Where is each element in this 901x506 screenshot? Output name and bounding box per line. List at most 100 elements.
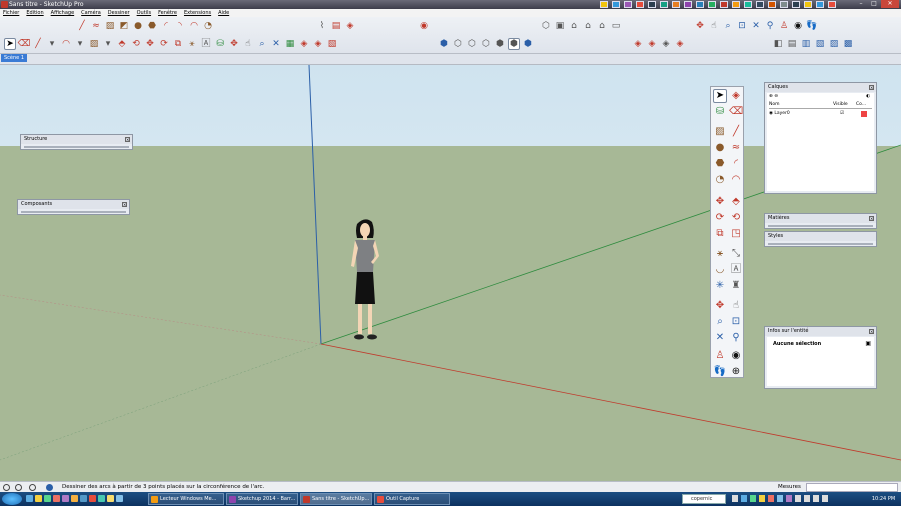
- rectangle-icon[interactable]: ▨: [713, 125, 727, 139]
- polygon-icon[interactable]: ⬣: [713, 157, 727, 171]
- menu-outils[interactable]: Outils: [137, 9, 151, 17]
- pie-icon[interactable]: ◔: [202, 20, 214, 32]
- right-view-icon[interactable]: ⌂: [582, 20, 594, 32]
- menu-camera[interactable]: Caméra: [81, 9, 101, 17]
- select-arrow-icon[interactable]: ➤: [4, 38, 16, 50]
- pan-icon[interactable]: ☝: [729, 299, 743, 313]
- freehand-icon[interactable]: ≈: [729, 141, 743, 155]
- drawing-viewport[interactable]: Structure × Composants × ➤ ◈ ⛁ ⌫ ▨ ╱ ● ≈…: [0, 65, 901, 481]
- get-models-icon[interactable]: ◈: [632, 38, 644, 50]
- quicklaunch-icon[interactable]: [89, 495, 96, 502]
- zoom-icon[interactable]: ⌕: [713, 315, 727, 329]
- shaded-textures-icon[interactable]: ⬢: [508, 38, 520, 50]
- layer-name-column[interactable]: Nom: [769, 102, 780, 107]
- layer-color-swatch[interactable]: [861, 111, 867, 117]
- pan-icon[interactable]: ☝: [708, 20, 720, 32]
- zoom-icon[interactable]: ⌕: [256, 38, 268, 50]
- scale-icon[interactable]: ⧉: [713, 227, 727, 241]
- close-icon[interactable]: ×: [125, 137, 130, 142]
- geo-location-icon[interactable]: [3, 484, 10, 491]
- rotate-icon[interactable]: ⟳: [713, 211, 727, 225]
- quicklaunch-icon[interactable]: [71, 495, 78, 502]
- tray-icon[interactable]: [795, 495, 801, 502]
- quicklaunch-icon[interactable]: [116, 495, 123, 502]
- quicklaunch-icon[interactable]: [107, 495, 114, 502]
- select-arrow-icon[interactable]: ➤: [713, 89, 727, 103]
- share-component-icon[interactable]: ◈: [660, 38, 672, 50]
- quicklaunch-icon[interactable]: [816, 1, 824, 8]
- quicklaunch-icon[interactable]: [768, 1, 776, 8]
- menu-affichage[interactable]: Affichage: [51, 9, 75, 17]
- tray-icon[interactable]: [732, 495, 738, 502]
- chevron-down-icon[interactable]: ▾: [102, 38, 114, 50]
- flag-icon[interactable]: [813, 495, 819, 502]
- close-icon[interactable]: ×: [869, 329, 874, 334]
- section-plane-icon[interactable]: ⊕: [729, 365, 743, 379]
- extension-warehouse-icon[interactable]: ▧: [326, 38, 338, 50]
- close-button[interactable]: ✕: [881, 0, 899, 8]
- previous-view-icon[interactable]: ⚲: [729, 331, 743, 345]
- minimize-button[interactable]: –: [855, 0, 867, 8]
- eraser-icon[interactable]: ⌫: [18, 38, 31, 50]
- menu-dessiner[interactable]: Dessiner: [108, 9, 130, 17]
- axes-icon[interactable]: ✳: [713, 279, 727, 293]
- close-icon[interactable]: ×: [869, 85, 874, 90]
- monochrome-icon[interactable]: ⬢: [522, 38, 534, 50]
- push-pull-icon[interactable]: ⬘: [116, 38, 128, 50]
- layer-visible-column[interactable]: Visible: [833, 102, 848, 108]
- sandbox-scratch-icon[interactable]: ▤: [330, 20, 342, 32]
- arc-icon[interactable]: ◠: [60, 38, 72, 50]
- share-model-icon[interactable]: ◈: [298, 38, 310, 50]
- follow-me-icon[interactable]: ⟲: [729, 211, 743, 225]
- volume-icon[interactable]: [804, 495, 810, 502]
- quicklaunch-icon[interactable]: [780, 1, 788, 8]
- quicklaunch-icon[interactable]: [804, 1, 812, 8]
- chevron-down-icon[interactable]: ▾: [74, 38, 86, 50]
- add-location-icon[interactable]: ◉: [418, 20, 430, 32]
- quicklaunch-icon[interactable]: [624, 1, 632, 8]
- line-icon[interactable]: ╱: [729, 125, 743, 139]
- 3d-text-icon[interactable]: ♜: [729, 279, 743, 293]
- orbit-icon[interactable]: ✥: [228, 38, 240, 50]
- quicklaunch-icon[interactable]: [612, 1, 620, 8]
- close-icon[interactable]: ×: [122, 202, 127, 207]
- section-fill-icon[interactable]: ▧: [814, 38, 826, 50]
- tray-icon[interactable]: [768, 495, 774, 502]
- section-display-icon[interactable]: ▥: [800, 38, 812, 50]
- arc-2pt-icon[interactable]: ◝: [174, 20, 186, 32]
- zoom-window-icon[interactable]: ⊡: [736, 20, 748, 32]
- extension-warehouse-icon[interactable]: ◈: [674, 38, 686, 50]
- section-plane-2-icon[interactable]: ▩: [842, 38, 854, 50]
- position-camera-icon[interactable]: ♙: [778, 20, 790, 32]
- menu-extensions[interactable]: Extensions: [184, 9, 211, 17]
- move-icon[interactable]: ✥: [713, 195, 727, 209]
- sketchup-app-icon[interactable]: [1, 1, 8, 8]
- quicklaunch-icon[interactable]: [44, 495, 51, 502]
- dimension-icon[interactable]: ⤡: [729, 247, 743, 261]
- line-icon[interactable]: ╱: [76, 20, 88, 32]
- tray-expander[interactable]: [21, 211, 126, 213]
- quicklaunch-icon[interactable]: [26, 495, 33, 502]
- calques-tray[interactable]: Calques × ⊕ ⊖ ◐ Nom Visible Co... ◉ Laye…: [764, 82, 877, 194]
- composants-tray[interactable]: Composants ×: [17, 199, 130, 215]
- position-camera-icon[interactable]: ♙: [713, 349, 727, 363]
- zoom-extents-icon[interactable]: ✕: [713, 331, 727, 345]
- components-icon[interactable]: ◈: [312, 38, 324, 50]
- section-cuts-icon[interactable]: ▤: [786, 38, 798, 50]
- styles-tray[interactable]: Styles: [764, 231, 877, 247]
- text-icon[interactable]: 🄰: [729, 263, 743, 277]
- structure-tray[interactable]: Structure ×: [20, 134, 133, 150]
- quicklaunch-icon[interactable]: [744, 1, 752, 8]
- tray-expander[interactable]: [768, 243, 873, 245]
- measurements-input[interactable]: [806, 483, 898, 492]
- circle-icon[interactable]: ●: [713, 141, 727, 155]
- quicklaunch-icon[interactable]: [696, 1, 704, 8]
- user-icon[interactable]: [29, 484, 36, 491]
- quicklaunch-icon[interactable]: [62, 495, 69, 502]
- paint-bucket-icon[interactable]: ⛁: [214, 38, 226, 50]
- walk-icon[interactable]: 👣: [713, 365, 727, 379]
- quicklaunch-icon[interactable]: [98, 495, 105, 502]
- quicklaunch-icon[interactable]: [636, 1, 644, 8]
- share-model-icon[interactable]: ◈: [646, 38, 658, 50]
- person-figure[interactable]: [345, 216, 385, 346]
